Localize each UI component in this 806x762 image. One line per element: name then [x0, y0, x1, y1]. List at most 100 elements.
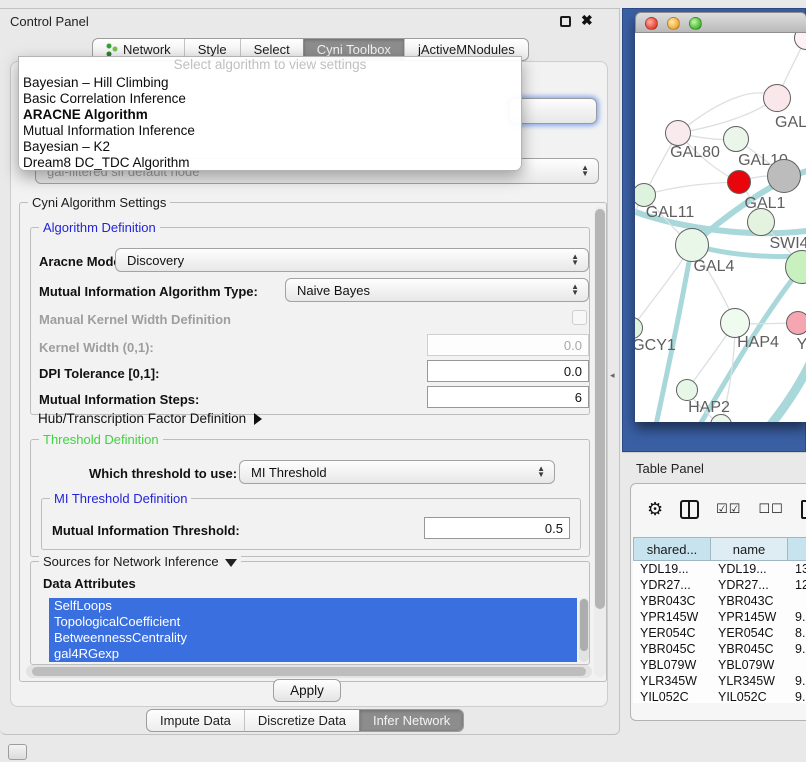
network-canvas[interactable]: GAL GAL80 GAL10 GAL1 [635, 33, 806, 422]
tab-infer-network[interactable]: Infer Network [359, 710, 463, 731]
algorithm-option[interactable]: Mutual Information Inference [19, 123, 521, 139]
table-row[interactable]: YPR145W YPR145W 9. [633, 609, 806, 625]
table-row[interactable]: YDL19... YDL19... 13 [633, 561, 806, 577]
algorithm-option[interactable]: ARACNE Algorithm [19, 107, 521, 123]
cyni-algorithm-settings-title: Cyni Algorithm Settings [28, 195, 170, 210]
panel-collapse-icon[interactable]: ◂ [610, 370, 615, 381]
attribute-item[interactable]: BetweennessCentrality [49, 630, 577, 646]
algorithm-options: Bayesian – Hill ClimbingBasic Correlatio… [19, 75, 521, 171]
tab-discretize-data[interactable]: Discretize Data [244, 710, 359, 731]
column-header-name[interactable]: name [711, 537, 788, 561]
table-row[interactable]: YIL052C YIL052C 9. [633, 689, 806, 703]
column-header-extra[interactable] [788, 537, 806, 561]
algorithm-option[interactable]: Dream8 DC_TDC Algorithm [19, 155, 521, 171]
table-body: YDL19... YDL19... 13 YDR27... YDR27... 1… [633, 561, 806, 703]
node-circle[interactable] [665, 120, 691, 146]
table-row[interactable]: YBR045C YBR045C 9. [633, 641, 806, 657]
algorithm-dropdown-popup: Select algorithm to view settings Bayesi… [18, 56, 522, 171]
manual-kernel-width-checkbox[interactable] [572, 310, 587, 325]
select-all-checkboxes-icon[interactable]: ☑☑ [716, 501, 741, 517]
table-row[interactable]: YBR043C YBR043C [633, 593, 806, 609]
algorithm-selector-fragment[interactable] [509, 98, 597, 124]
float-icon[interactable] [560, 16, 571, 27]
node-label: GAL80 [670, 144, 720, 162]
minimize-traffic-light-icon[interactable] [667, 17, 680, 30]
combo-spinner-icon: ▲▼ [537, 466, 545, 478]
node-circle[interactable] [710, 414, 732, 422]
node-circle[interactable] [635, 317, 643, 339]
grid-corner-icon[interactable] [8, 744, 27, 760]
network-node[interactable]: GCY1 [635, 317, 643, 339]
network-node[interactable]: HAP4 [720, 308, 750, 338]
network-node[interactable]: GAL4 [675, 228, 709, 262]
table-row[interactable]: YLR345W YLR345W 9. [633, 673, 806, 689]
algorithm-option[interactable]: Basic Correlation Inference [19, 91, 521, 107]
node-label: GAL11 [646, 204, 695, 222]
column-header-shared[interactable]: shared... [633, 537, 711, 561]
tab-impute-data[interactable]: Impute Data [147, 710, 244, 731]
close-traffic-light-icon[interactable] [645, 17, 658, 30]
network-node[interactable]: SWI4 [747, 208, 775, 236]
network-node[interactable]: GAL [763, 84, 791, 112]
network-node[interactable]: GAL1 [727, 170, 751, 194]
network-node[interactable]: GAL10 [723, 126, 749, 152]
dpi-tolerance-field[interactable] [427, 360, 589, 382]
close-icon[interactable]: ✖ [581, 12, 593, 29]
document-icon[interactable] [801, 500, 806, 519]
settings-vertical-scrollbar[interactable] [594, 207, 606, 677]
mi-steps-field[interactable] [427, 386, 589, 408]
table-panel-title: Table Panel [636, 461, 704, 476]
aracne-mode-label: Aracne Mode: [39, 254, 125, 269]
table-row[interactable]: YBL079W YBL079W [633, 657, 806, 673]
attribute-item[interactable]: SelfLoops [49, 598, 577, 614]
attribute-item[interactable]: TopologicalCoefficient [49, 614, 577, 630]
kernel-width-label: Kernel Width (0,1): [39, 340, 154, 355]
collapse-arrow-icon [225, 559, 237, 567]
node-circle[interactable] [767, 159, 801, 193]
mi-algorithm-type-combo[interactable]: Naive Bayes ▲▼ [285, 278, 589, 302]
algorithm-option[interactable]: Bayesian – K2 [19, 139, 521, 155]
table-row[interactable]: YDR27... YDR27... 12 [633, 577, 806, 593]
deselect-all-checkboxes-icon[interactable]: ☐☐ [758, 501, 783, 517]
attribute-item[interactable]: gal4RGexp [49, 646, 577, 662]
kernel-width-field[interactable] [427, 334, 589, 356]
node-circle[interactable] [747, 208, 775, 236]
node-circle[interactable] [723, 126, 749, 152]
network-node[interactable] [785, 250, 806, 284]
network-node[interactable]: Y [786, 311, 806, 335]
network-node[interactable] [794, 33, 806, 50]
control-panel-title: Control Panel [10, 14, 89, 29]
algorithm-option[interactable]: Bayesian – Hill Climbing [19, 75, 521, 91]
network-node[interactable] [710, 414, 732, 422]
node-circle[interactable] [786, 311, 806, 335]
node-circle[interactable] [794, 33, 806, 50]
gear-icon[interactable]: ⚙ [647, 499, 663, 520]
zoom-traffic-light-icon[interactable] [689, 17, 702, 30]
split-columns-icon[interactable] [680, 500, 699, 519]
table-panel-body: ⚙ ☑☑ ☐☐ shared... name YDL19... YDL19... [630, 483, 806, 721]
hub-section-toggle[interactable]: Hub/Transcription Factor Definition [38, 411, 262, 426]
threshold-definition-title: Threshold Definition [39, 432, 163, 447]
mi-threshold-label: Mutual Information Threshold: [52, 523, 240, 538]
mi-threshold-definition-title: MI Threshold Definition [50, 491, 191, 506]
network-node[interactable]: GAL11 [635, 183, 656, 207]
control-panel-titlebar: Control Panel ✖ [0, 9, 619, 33]
which-threshold-combo[interactable]: MI Threshold ▲▼ [239, 460, 555, 484]
network-node[interactable]: HAP2 [676, 379, 698, 401]
node-circle[interactable] [763, 84, 791, 112]
table-row[interactable]: YER054C YER054C 8. [633, 625, 806, 641]
node-circle[interactable] [727, 170, 751, 194]
network-window-titlebar[interactable] [635, 12, 806, 33]
node-circle[interactable] [676, 379, 698, 401]
sources-title[interactable]: Sources for Network Inference [39, 554, 241, 569]
settings-horizontal-scrollbar[interactable] [26, 665, 592, 678]
network-node[interactable] [767, 159, 801, 193]
node-circle[interactable] [675, 228, 709, 262]
aracne-mode-combo[interactable]: Discovery ▲▼ [115, 248, 589, 272]
node-circle[interactable] [785, 250, 806, 284]
mi-threshold-field[interactable] [424, 517, 570, 539]
attributes-scrollbar[interactable] [579, 598, 589, 662]
apply-button[interactable]: Apply [273, 679, 341, 702]
network-node[interactable]: GAL80 [665, 120, 691, 146]
table-panel: Table Panel ⚙ ☑☑ ☐☐ shared... name YDL19… [622, 452, 806, 762]
